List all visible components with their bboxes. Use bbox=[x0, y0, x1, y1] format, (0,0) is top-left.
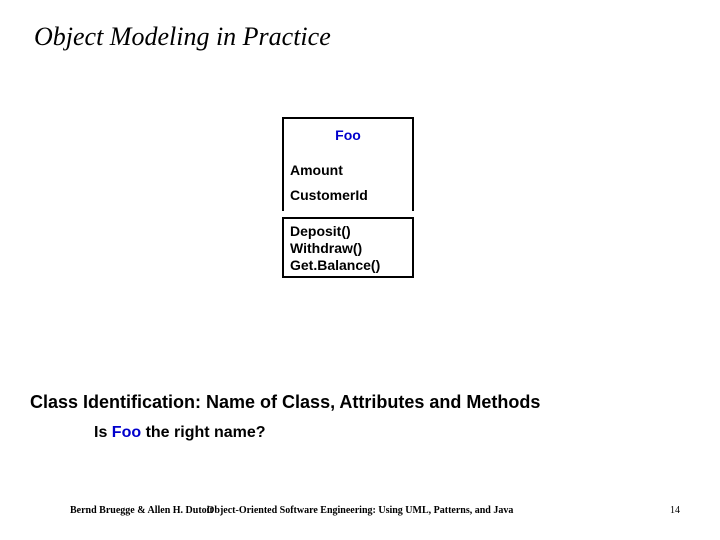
slide: Object Modeling in Practice Foo Amount C… bbox=[0, 0, 720, 540]
footer-book-title: Object-Oriented Software Engineering: Us… bbox=[0, 505, 720, 516]
question-suffix: the right name? bbox=[141, 424, 265, 441]
uml-attribute: Amount bbox=[290, 158, 406, 183]
question-highlight: Foo bbox=[112, 424, 141, 441]
uml-operation: Withdraw() bbox=[290, 240, 406, 257]
uml-operation: Deposit() bbox=[290, 223, 406, 240]
uml-class-box: Foo Amount CustomerId Deposit() Withdraw… bbox=[282, 117, 414, 278]
page-title: Object Modeling in Practice bbox=[34, 22, 331, 52]
uml-attributes: Amount CustomerId bbox=[282, 154, 414, 212]
question-prefix: Is bbox=[94, 424, 112, 441]
subheading: Class Identification: Name of Class, Att… bbox=[30, 392, 540, 413]
footer-page-number: 14 bbox=[670, 505, 680, 516]
question-text: Is Foo the right name? bbox=[94, 424, 266, 442]
uml-class-name: Foo bbox=[282, 117, 414, 154]
uml-attribute: CustomerId bbox=[290, 183, 406, 208]
uml-operation: Get.Balance() bbox=[290, 257, 406, 274]
uml-operations: Deposit() Withdraw() Get.Balance() bbox=[282, 217, 414, 277]
